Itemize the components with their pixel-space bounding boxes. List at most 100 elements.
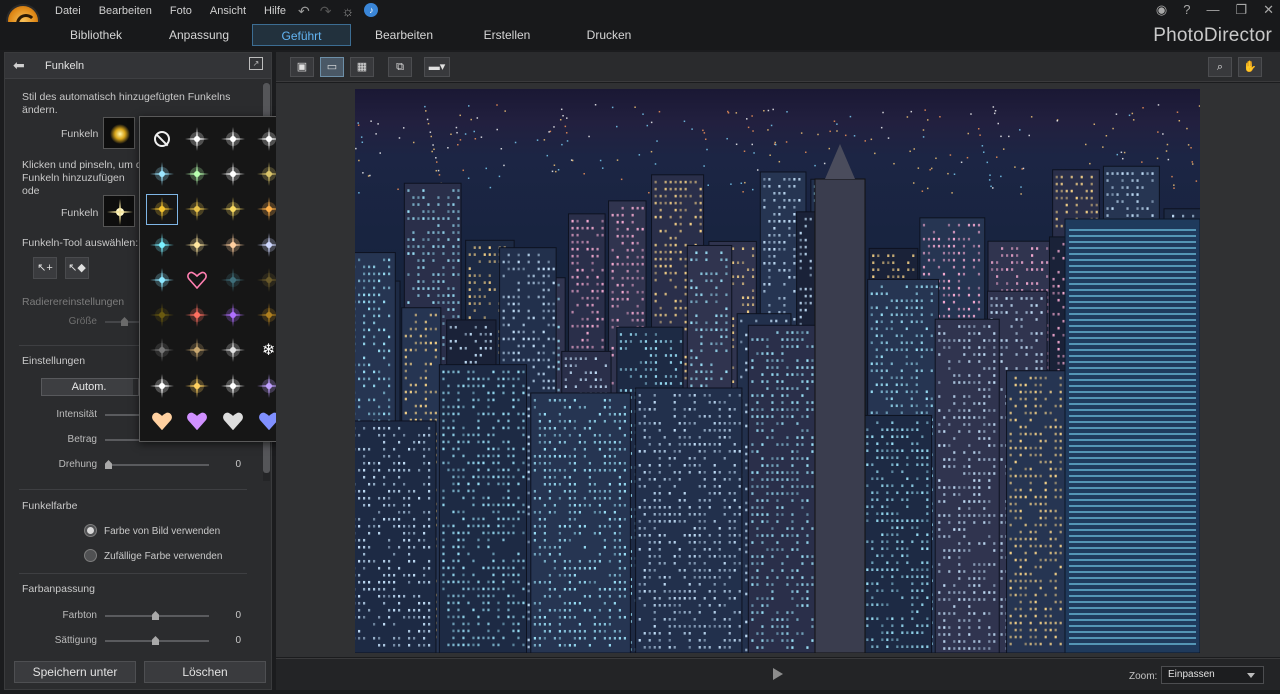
sparkle-style-option[interactable] (144, 227, 180, 262)
sparkle-icon (185, 126, 210, 151)
sparkle-style-option[interactable] (144, 333, 180, 368)
before-after-view-button[interactable]: ▣ (290, 57, 314, 77)
sparkle-style-option[interactable] (215, 156, 251, 191)
sparkle-icon (149, 373, 174, 398)
compare-view-button[interactable]: ⧉ (388, 57, 412, 77)
sparkle-style-option[interactable] (180, 403, 216, 438)
sparkle-style-preview-1[interactable] (103, 117, 135, 149)
menu-bar: Datei Bearbeiten Foto Ansicht Hilfe (55, 5, 304, 17)
save-as-button[interactable]: Speichern unter (14, 661, 136, 683)
sparkle-style-option[interactable] (215, 297, 251, 332)
viewer-bottom-bar: Zoom: Einpassen (276, 658, 1280, 690)
title-bar: Datei Bearbeiten Foto Ansicht Hilfe ↶ ↷ … (0, 0, 1280, 38)
tab-bearbeiten[interactable]: Bearbeiten (368, 24, 440, 46)
hue-slider-thumb[interactable] (152, 611, 159, 620)
sparkle-style-option[interactable] (215, 121, 251, 156)
sparkle-style-preview-2[interactable] (103, 195, 135, 227)
sparkle-icon (220, 267, 245, 292)
minimize-button[interactable]: — (1206, 2, 1219, 18)
notification-icon[interactable]: ♪ (364, 3, 379, 17)
sparkle-style-option[interactable] (180, 297, 216, 332)
sparkle-style-option[interactable] (180, 262, 216, 297)
rotation-slider-thumb[interactable] (105, 460, 112, 469)
display-mode-button[interactable]: ▬▾ (424, 57, 450, 77)
sparkle-style-option[interactable] (215, 227, 251, 262)
city-night-photo[interactable] (355, 89, 1200, 653)
tab-drucken[interactable]: Drucken (578, 24, 640, 46)
sparkle-icon (185, 197, 210, 222)
sparkle-icon (220, 338, 245, 363)
use-image-color-label: Farbe von Bild verwenden (104, 526, 221, 537)
hand-tool-button[interactable]: ✋ (1238, 57, 1262, 77)
grid-view-button[interactable]: ▦ (350, 57, 374, 77)
sparkle-style-option[interactable] (215, 368, 251, 403)
eraser-size-label: Größe (68, 316, 97, 327)
saturation-slider-thumb[interactable] (152, 636, 159, 645)
sparkle-style-option[interactable] (215, 192, 251, 227)
sparkle-style-option[interactable] (144, 297, 180, 332)
menu-foto[interactable]: Foto (170, 5, 192, 17)
sparkle-icon (220, 303, 245, 328)
amount-slider[interactable] (105, 439, 139, 441)
maximize-button[interactable]: ❐ (1235, 2, 1247, 18)
sparkle-style-option[interactable] (180, 192, 216, 227)
color-adjust-label: Farbanpassung (22, 583, 95, 595)
sparkle-icon (220, 161, 245, 186)
help-button[interactable]: ? (1183, 2, 1190, 18)
tab-anpassung[interactable]: Anpassung (160, 24, 238, 46)
auto-button[interactable]: Autom. (41, 378, 137, 396)
add-sparkle-tool-button[interactable]: ↖+ (33, 257, 57, 279)
heart-sparkle-icon (151, 412, 172, 431)
play-icon[interactable] (773, 668, 783, 680)
heart-sparkle-icon (223, 412, 243, 431)
sparkle-style-option[interactable] (180, 368, 216, 403)
sparkle-style-option[interactable] (144, 156, 180, 191)
close-button[interactable]: ✕ (1263, 2, 1274, 18)
tab-bibliothek[interactable]: Bibliothek (60, 24, 132, 46)
divider (19, 489, 247, 490)
sparkle-style-option[interactable] (144, 262, 180, 297)
sparkle-style-option[interactable] (144, 121, 180, 156)
zoom-select[interactable]: Einpassen (1161, 666, 1264, 684)
settings-section-label: Einstellungen (22, 355, 86, 367)
zoom-tool-button[interactable]: ⌕ (1208, 57, 1232, 77)
account-icon[interactable]: ◉ (1156, 2, 1167, 18)
snowflake-icon: ❄ (261, 342, 276, 360)
quick-toolbar: ↶ ↷ ☼ ♪ (298, 3, 379, 20)
export-icon[interactable]: ↗ (249, 57, 263, 70)
sparkle-icon (149, 161, 174, 186)
sparkle-style-option[interactable] (180, 121, 216, 156)
eraser-size-thumb[interactable] (121, 317, 128, 326)
rotation-slider[interactable] (105, 464, 209, 466)
sparkle-style-option[interactable] (215, 333, 251, 368)
redo-icon[interactable]: ↷ (320, 3, 332, 20)
sparkle-style-option[interactable] (144, 192, 180, 227)
no-sparkle-icon (153, 130, 170, 147)
sparkle-style-option[interactable] (180, 333, 216, 368)
sparkle-style-option[interactable] (144, 403, 180, 438)
panel-header: ⬅ Funkeln ↗ (5, 53, 271, 79)
erase-sparkle-tool-button[interactable]: ↖◆ (65, 257, 89, 279)
delete-button[interactable]: Löschen (144, 661, 266, 683)
sparkle-style-option[interactable] (180, 227, 216, 262)
intensity-slider[interactable] (105, 414, 139, 416)
sparkle-style-label-2: Funkeln (61, 207, 99, 219)
sparkle-style-option[interactable] (215, 403, 251, 438)
tab-erstellen[interactable]: Erstellen (476, 24, 538, 46)
tab-gefuehrt[interactable]: Geführt (252, 24, 351, 46)
sparkle-icon (220, 197, 245, 222)
use-image-color-radio[interactable] (84, 524, 97, 537)
random-color-radio[interactable] (84, 549, 97, 562)
sparkle-style-option[interactable] (180, 156, 216, 191)
menu-ansicht[interactable]: Ansicht (210, 5, 246, 17)
sparkle-style-option[interactable] (144, 368, 180, 403)
settings-gear-icon[interactable]: ☼ (341, 3, 354, 20)
menu-datei[interactable]: Datei (55, 5, 81, 17)
undo-icon[interactable]: ↶ (298, 3, 310, 20)
random-color-label: Zufällige Farbe verwenden (104, 551, 223, 562)
menu-bearbeiten[interactable]: Bearbeiten (99, 5, 152, 17)
sparkle-style-option[interactable] (215, 262, 251, 297)
menu-hilfe[interactable]: Hilfe (264, 5, 286, 17)
back-arrow-icon[interactable]: ⬅ (13, 57, 25, 74)
single-view-button[interactable]: ▭ (320, 57, 344, 77)
